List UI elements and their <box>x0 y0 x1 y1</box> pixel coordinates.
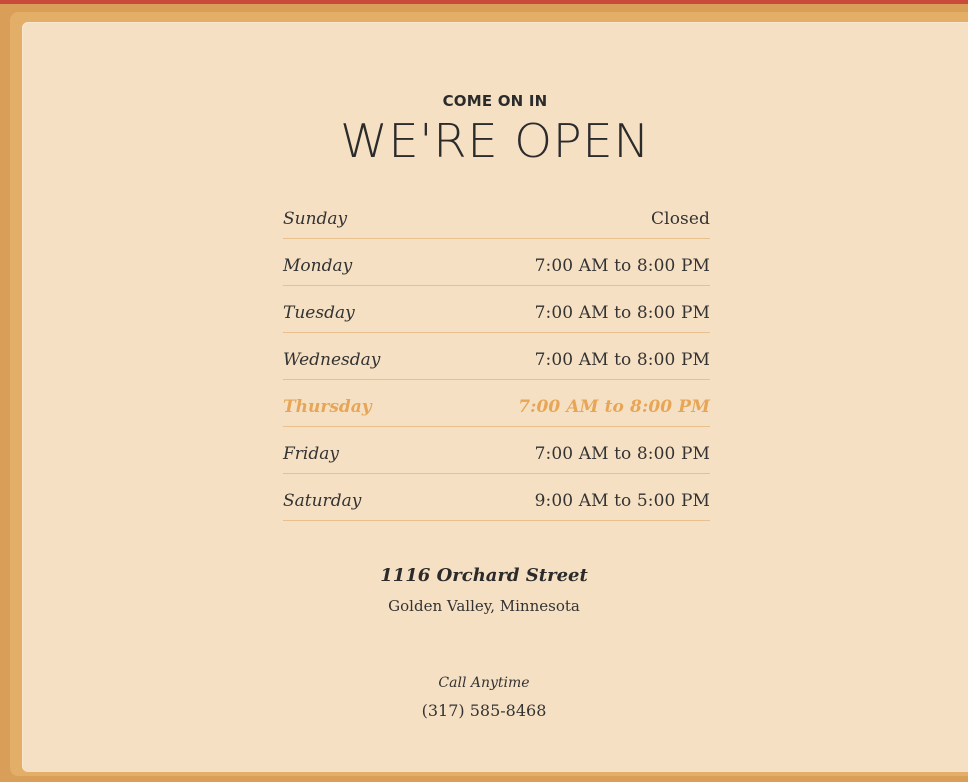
day-label: Thursday <box>283 397 372 417</box>
day-label: Saturday <box>283 491 362 511</box>
hours-row-sunday: Sunday Closed <box>283 192 710 239</box>
address-street: 1116 Orchard Street <box>380 565 588 586</box>
day-label: Sunday <box>283 209 348 229</box>
section-title: WE'RE OPEN <box>339 114 651 168</box>
phone-number: (317) 585-8468 <box>0 701 968 720</box>
hours-row-monday: Monday 7:00 AM to 8:00 PM <box>283 239 710 286</box>
hours-row-saturday: Saturday 9:00 AM to 5:00 PM <box>283 474 710 521</box>
day-label: Friday <box>283 444 339 464</box>
section-eyebrow: COME ON IN <box>442 92 548 110</box>
hours-row-friday: Friday 7:00 AM to 8:00 PM <box>283 427 710 474</box>
hours-list: Sunday Closed Monday 7:00 AM to 8:00 PM … <box>283 192 710 521</box>
hours-value: 7:00 AM to 8:00 PM <box>534 303 710 323</box>
day-label: Monday <box>283 256 353 276</box>
hours-row-tuesday: Tuesday 7:00 AM to 8:00 PM <box>283 286 710 333</box>
hours-value: 7:00 AM to 8:00 PM <box>534 350 710 370</box>
address-city: Golden Valley, Minnesota <box>388 597 580 615</box>
hours-value: 7:00 AM to 8:00 PM <box>534 256 710 276</box>
hours-value: 7:00 AM to 8:00 PM <box>518 397 710 417</box>
hours-row-thursday: Thursday 7:00 AM to 8:00 PM <box>283 380 710 427</box>
hours-value: 7:00 AM to 8:00 PM <box>534 444 710 464</box>
phone-link[interactable]: (317) 585-8468 <box>422 701 547 720</box>
hours-row-wednesday: Wednesday 7:00 AM to 8:00 PM <box>283 333 710 380</box>
hours-value: Closed <box>651 209 710 229</box>
call-label: Call Anytime <box>438 675 530 691</box>
hours-value: 9:00 AM to 5:00 PM <box>534 491 710 511</box>
day-label: Wednesday <box>283 350 381 370</box>
day-label: Tuesday <box>283 303 355 323</box>
